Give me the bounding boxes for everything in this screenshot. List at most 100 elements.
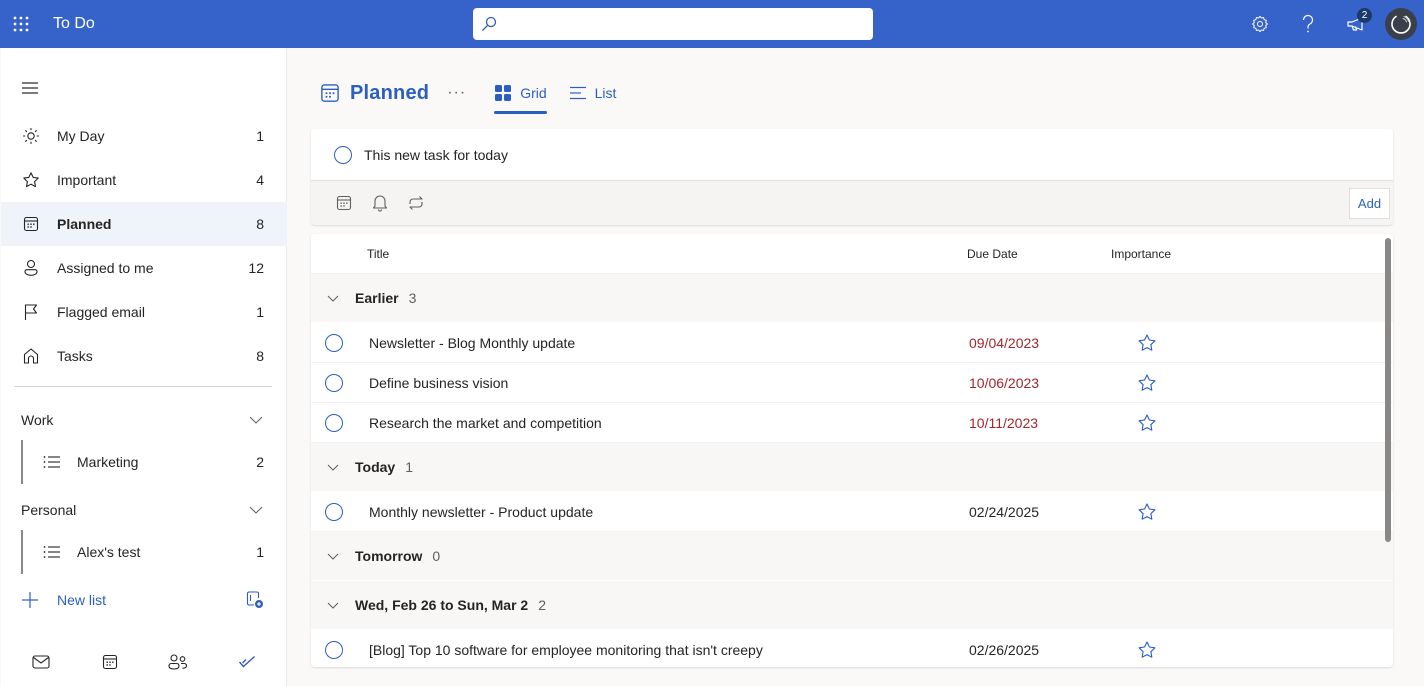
todo-app-button[interactable] <box>227 644 267 680</box>
mail-app-button[interactable] <box>21 644 61 680</box>
search-box[interactable] <box>473 8 873 40</box>
main-content: Planned ··· Grid List Add <box>288 48 1424 686</box>
add-task-button[interactable]: Add <box>1349 188 1390 219</box>
task-complete-circle[interactable] <box>325 333 343 352</box>
people-icon <box>168 654 188 670</box>
notification-badge: 2 <box>1357 8 1372 23</box>
task-row[interactable]: Define business vision 10/06/2023 <box>311 363 1393 403</box>
task-complete-circle[interactable] <box>325 640 343 659</box>
task-complete-circle[interactable] <box>334 145 352 164</box>
section-count: 2 <box>538 597 547 613</box>
section-count: 3 <box>408 290 417 306</box>
sidebar-item-planned[interactable]: Planned 8 <box>1 202 287 246</box>
grid-rows: Earlier 3 Newsletter - Blog Monthly upda… <box>311 274 1393 667</box>
account-button[interactable] <box>1380 0 1424 48</box>
list-count: 2 <box>256 454 264 470</box>
help-button[interactable] <box>1284 0 1332 48</box>
smart-lists-nav: My Day 1 Important 4 Planned 8 Assigned … <box>1 114 287 378</box>
task-due-date: 02/26/2025 <box>969 641 1040 658</box>
sidebar-item-flagged-email[interactable]: Flagged email 1 <box>1 290 287 334</box>
repeat-icon <box>409 196 423 210</box>
sidebar-item-count: 8 <box>256 348 264 364</box>
hamburger-menu-icon <box>22 82 38 94</box>
task-row[interactable]: Monthly newsletter - Product update 02/2… <box>311 492 1393 532</box>
settings-button[interactable] <box>1236 0 1284 48</box>
task-title[interactable]: Define business vision <box>369 375 508 391</box>
list-header: Planned ··· Grid List <box>320 78 616 114</box>
sidebar-item-my-day[interactable]: My Day 1 <box>1 114 287 158</box>
star-icon[interactable] <box>1137 502 1157 522</box>
section-header-today[interactable]: Today 1 <box>311 443 1393 492</box>
column-header-title[interactable]: Title <box>367 247 389 261</box>
task-due-date: 10/11/2023 <box>969 414 1039 431</box>
app-launcher-button[interactable] <box>0 0 42 48</box>
sidebar-item-assigned-to-me[interactable]: Assigned to me 12 <box>1 246 287 290</box>
list-icon <box>43 546 60 558</box>
tab-list[interactable]: List <box>569 78 616 108</box>
remind-me-button[interactable] <box>370 193 390 213</box>
group-personal: Personal Alex's test 1 <box>1 490 287 574</box>
sidebar-item-label: Planned <box>57 216 112 232</box>
task-complete-circle[interactable] <box>325 502 343 521</box>
task-title[interactable]: Monthly newsletter - Product update <box>369 504 593 520</box>
sidebar-item-count: 1 <box>256 304 264 320</box>
sidebar-list-alexs-test[interactable]: Alex's test 1 <box>21 530 287 574</box>
task-title[interactable]: Newsletter - Blog Monthly update <box>369 335 575 351</box>
tasks-grid: Title Due Date Importance Earlier 3 News… <box>311 234 1393 667</box>
section-header-this-week[interactable]: Wed, Feb 26 to Sun, Mar 2 2 <box>311 581 1393 630</box>
more-options-button[interactable]: ··· <box>447 84 466 102</box>
star-icon[interactable] <box>1137 413 1157 433</box>
task-row[interactable]: Newsletter - Blog Monthly update 09/04/2… <box>311 323 1393 363</box>
task-due-date: 10/06/2023 <box>969 374 1040 391</box>
people-app-button[interactable] <box>158 644 198 680</box>
column-header-due-date[interactable]: Due Date <box>967 247 1018 261</box>
task-row[interactable]: [Blog] Top 10 software for employee moni… <box>311 630 1393 667</box>
plus-icon[interactable] <box>21 591 39 609</box>
task-row[interactable]: Research the market and competition 10/1… <box>311 403 1393 443</box>
set-due-date-button[interactable] <box>334 193 354 213</box>
tab-grid[interactable]: Grid <box>494 78 548 114</box>
task-due-date: 02/24/2025 <box>969 503 1040 520</box>
task-complete-circle[interactable] <box>325 373 343 392</box>
group-header-work[interactable]: Work <box>1 400 287 440</box>
calendar-app-button[interactable] <box>90 644 130 680</box>
grid-header: Title Due Date Importance <box>311 234 1393 274</box>
tab-label: Grid <box>520 85 547 101</box>
sidebar-item-count: 4 <box>256 172 264 188</box>
section-header-tomorrow[interactable]: Tomorrow 0 <box>311 532 1393 581</box>
group-header-personal[interactable]: Personal <box>1 490 287 530</box>
repeat-button[interactable] <box>406 193 426 213</box>
section-header-earlier[interactable]: Earlier 3 <box>311 274 1393 323</box>
star-icon[interactable] <box>1137 333 1157 353</box>
app-switcher <box>1 644 287 680</box>
list-icon <box>43 456 60 468</box>
new-list-row: New list <box>1 588 287 612</box>
mail-icon <box>32 655 50 669</box>
collapse-sidebar-button[interactable] <box>21 78 43 100</box>
new-group-icon[interactable] <box>246 591 264 609</box>
sidebar-item-count: 8 <box>256 216 264 232</box>
feedback-button[interactable]: 2 <box>1332 0 1380 48</box>
sidebar: My Day 1 Important 4 Planned 8 Assigned … <box>1 48 287 686</box>
sidebar-item-important[interactable]: Important 4 <box>1 158 287 202</box>
grid-scrollbar[interactable] <box>1385 238 1391 542</box>
sidebar-list-marketing[interactable]: Marketing 2 <box>21 440 287 484</box>
task-complete-circle[interactable] <box>325 413 343 432</box>
column-header-importance[interactable]: Importance <box>1111 247 1171 261</box>
new-list-button[interactable]: New list <box>57 592 246 608</box>
task-title[interactable]: Research the market and competition <box>369 415 602 431</box>
task-title[interactable]: [Blog] Top 10 software for employee moni… <box>369 642 763 658</box>
sidebar-item-tasks[interactable]: Tasks 8 <box>1 334 287 378</box>
sidebar-item-label: My Day <box>57 128 105 144</box>
search-input[interactable] <box>503 8 873 40</box>
star-icon <box>21 170 41 190</box>
star-icon[interactable] <box>1137 373 1157 393</box>
person-icon <box>21 258 41 278</box>
section-name: Earlier <box>355 290 399 306</box>
group-work: Work Marketing 2 <box>1 400 287 484</box>
chevron-down-icon <box>249 506 263 514</box>
section-name: Today <box>355 459 396 475</box>
star-icon[interactable] <box>1137 640 1157 660</box>
list-lines-icon <box>569 86 586 100</box>
add-task-input[interactable] <box>364 146 1393 163</box>
